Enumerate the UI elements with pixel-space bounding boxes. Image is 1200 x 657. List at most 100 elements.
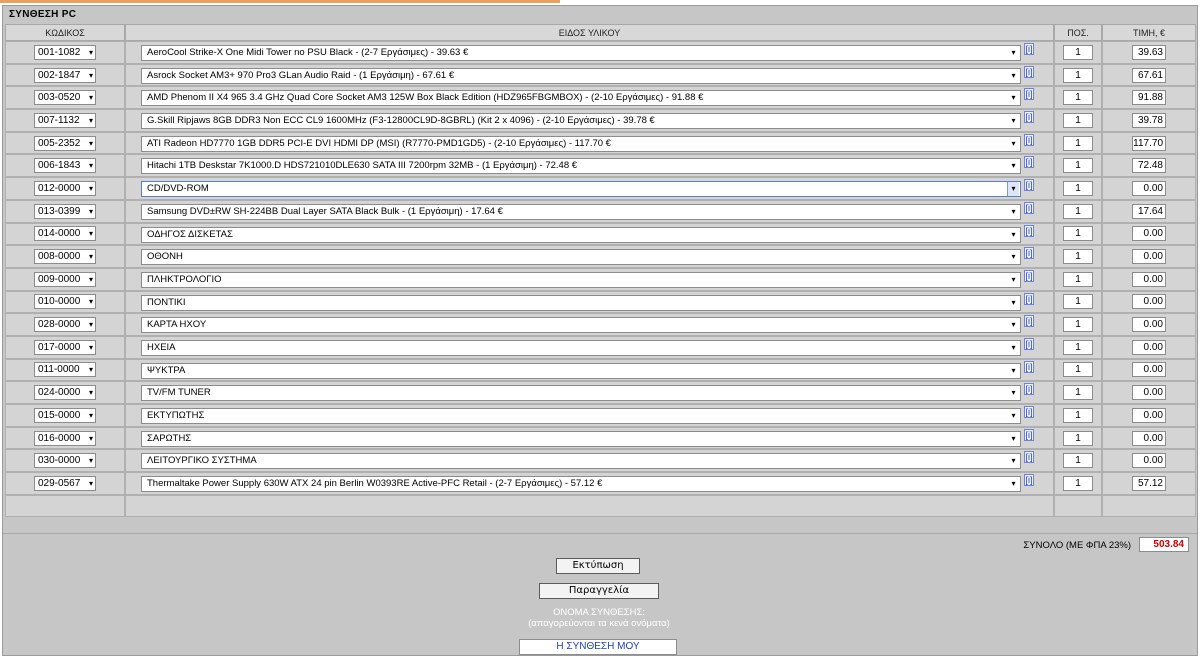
item-select[interactable]: Thermaltake Power Supply 630W ATX 24 pin…: [141, 476, 1021, 493]
quantity-input[interactable]: 1: [1063, 407, 1093, 423]
item-select[interactable]: ΨΥΚΤΡΑ ▾: [141, 362, 1021, 379]
code-select[interactable]: 015-0000 ▾: [34, 407, 96, 423]
quantity-input[interactable]: 1: [1063, 294, 1093, 310]
code-select[interactable]: 002-1847 ▾: [34, 67, 96, 83]
chevron-down-icon[interactable]: ▾: [89, 69, 93, 83]
quantity-input[interactable]: 1: [1063, 475, 1093, 491]
item-select[interactable]: ΠΛΗΚΤΡΟΛΟΓΙΟ ▾: [141, 271, 1021, 288]
item-select[interactable]: ΠΟΝΤΙΚΙ ▾: [141, 294, 1021, 311]
item-select[interactable]: Hitachi 1TB Deskstar 7K1000.D HDS721010D…: [141, 158, 1021, 175]
chevron-down-icon[interactable]: ▾: [1008, 386, 1019, 401]
chevron-down-icon[interactable]: ▾: [1008, 91, 1019, 106]
code-select[interactable]: 017-0000 ▾: [34, 339, 96, 355]
info-icon[interactable]: [i]: [1024, 337, 1034, 350]
code-select[interactable]: 009-0000 ▾: [34, 271, 96, 287]
quantity-input[interactable]: 1: [1063, 135, 1093, 151]
chevron-down-icon[interactable]: ▾: [89, 205, 93, 219]
chevron-down-icon[interactable]: ▾: [1008, 363, 1019, 378]
item-select[interactable]: AeroCool Strike-X One Midi Tower no PSU …: [141, 45, 1021, 61]
chevron-down-icon[interactable]: ▾: [1008, 295, 1019, 310]
quantity-input[interactable]: 1: [1063, 67, 1093, 83]
code-select[interactable]: 028-0000 ▾: [34, 317, 96, 333]
item-select[interactable]: CD/DVD-ROM ▾: [141, 181, 1021, 198]
item-select[interactable]: ΟΘΟΝΗ ▾: [141, 249, 1021, 266]
chevron-down-icon[interactable]: ▾: [1008, 250, 1019, 265]
chevron-down-icon[interactable]: ▾: [89, 46, 93, 60]
chevron-down-icon[interactable]: ▾: [89, 386, 93, 400]
chevron-down-icon[interactable]: ▾: [89, 182, 93, 196]
code-select[interactable]: 006-1843 ▾: [34, 158, 96, 174]
chevron-down-icon[interactable]: ▾: [1008, 318, 1019, 333]
chevron-down-icon[interactable]: ▾: [1008, 159, 1019, 174]
chevron-down-icon[interactable]: ▾: [89, 295, 93, 309]
chevron-down-icon[interactable]: ▾: [89, 341, 93, 355]
info-icon[interactable]: [i]: [1024, 406, 1034, 418]
item-select[interactable]: ΣΑΡΩΤΗΣ ▾: [141, 430, 1021, 447]
item-select[interactable]: AMD Phenom II X4 965 3.4 GHz Quad Core S…: [141, 90, 1021, 107]
chevron-down-icon[interactable]: ▾: [89, 114, 93, 128]
chevron-down-icon[interactable]: ▾: [1008, 340, 1019, 355]
chevron-down-icon[interactable]: ▾: [1008, 454, 1019, 469]
info-icon[interactable]: [i]: [1024, 360, 1034, 373]
chevron-down-icon[interactable]: ▾: [89, 250, 93, 264]
code-select[interactable]: 024-0000 ▾: [34, 385, 96, 401]
chevron-down-icon[interactable]: ▾: [1008, 46, 1019, 60]
code-select[interactable]: 029-0567 ▾: [34, 475, 96, 491]
item-select[interactable]: ΟΔΗΓΟΣ ΔΙΣΚΕΤΑΣ ▾: [141, 226, 1021, 243]
code-select[interactable]: 030-0000 ▾: [34, 453, 96, 469]
info-icon[interactable]: [i]: [1024, 428, 1034, 441]
chevron-down-icon[interactable]: ▾: [1007, 182, 1019, 197]
item-select[interactable]: Samsung DVD±RW SH-224BB Dual Layer SATA …: [141, 203, 1021, 220]
code-select[interactable]: 016-0000 ▾: [34, 430, 96, 446]
quantity-input[interactable]: 1: [1063, 271, 1093, 287]
code-select[interactable]: 012-0000 ▾: [34, 180, 96, 196]
info-icon[interactable]: [i]: [1024, 111, 1034, 124]
chevron-down-icon[interactable]: ▾: [89, 454, 93, 468]
chevron-down-icon[interactable]: ▾: [1008, 227, 1019, 242]
chevron-down-icon[interactable]: ▾: [1008, 409, 1019, 423]
quantity-input[interactable]: 1: [1063, 226, 1093, 242]
chevron-down-icon[interactable]: ▾: [89, 363, 93, 377]
composition-name-input[interactable]: Η ΣΥΝΘΕΣΗ ΜΟΥ: [519, 639, 677, 655]
chevron-down-icon[interactable]: ▾: [89, 432, 93, 446]
chevron-down-icon[interactable]: ▾: [89, 318, 93, 332]
info-icon[interactable]: [i]: [1024, 156, 1034, 169]
item-select[interactable]: Asrock Socket AM3+ 970 Pro3 GLan Audio R…: [141, 67, 1021, 84]
quantity-input[interactable]: 1: [1063, 90, 1093, 106]
item-select[interactable]: ΗΧΕΙΑ ▾: [141, 339, 1021, 356]
info-icon[interactable]: [i]: [1024, 383, 1034, 396]
quantity-input[interactable]: 1: [1063, 317, 1093, 333]
code-select[interactable]: 011-0000 ▾: [34, 362, 96, 378]
chevron-down-icon[interactable]: ▾: [89, 227, 93, 241]
quantity-input[interactable]: 1: [1063, 203, 1093, 219]
code-select[interactable]: 007-1132 ▾: [34, 112, 96, 128]
code-select[interactable]: 013-0399 ▾: [34, 203, 96, 219]
quantity-input[interactable]: 1: [1063, 180, 1093, 196]
code-select[interactable]: 014-0000 ▾: [34, 226, 96, 242]
chevron-down-icon[interactable]: ▾: [89, 159, 93, 173]
chevron-down-icon[interactable]: ▾: [89, 273, 93, 287]
chevron-down-icon[interactable]: ▾: [89, 137, 93, 151]
quantity-input[interactable]: 1: [1063, 112, 1093, 128]
code-select[interactable]: 008-0000 ▾: [34, 249, 96, 265]
info-icon[interactable]: [i]: [1024, 179, 1034, 192]
chevron-down-icon[interactable]: ▾: [89, 409, 93, 423]
info-icon[interactable]: [i]: [1024, 451, 1034, 464]
quantity-input[interactable]: 1: [1063, 385, 1093, 401]
chevron-down-icon[interactable]: ▾: [89, 477, 93, 491]
info-icon[interactable]: [i]: [1024, 474, 1034, 487]
chevron-down-icon[interactable]: ▾: [1008, 204, 1019, 219]
info-icon[interactable]: [i]: [1024, 88, 1034, 101]
item-select[interactable]: ΛΕΙΤΟΥΡΓΙΚΟ ΣΥΣΤΗΜΑ ▾: [141, 453, 1021, 470]
chevron-down-icon[interactable]: ▾: [1008, 114, 1019, 129]
chevron-down-icon[interactable]: ▾: [1008, 477, 1019, 492]
order-button[interactable]: Παραγγελία: [539, 583, 659, 599]
code-select[interactable]: 001-1082 ▾: [34, 44, 96, 60]
info-icon[interactable]: [i]: [1024, 133, 1034, 146]
quantity-input[interactable]: 1: [1063, 158, 1093, 174]
chevron-down-icon[interactable]: ▾: [1008, 68, 1019, 83]
item-select[interactable]: ΚΑΡΤΑ ΗΧΟΥ ▾: [141, 317, 1021, 334]
info-icon[interactable]: [i]: [1024, 201, 1034, 214]
chevron-down-icon[interactable]: ▾: [1008, 136, 1019, 151]
quantity-input[interactable]: 1: [1063, 339, 1093, 355]
